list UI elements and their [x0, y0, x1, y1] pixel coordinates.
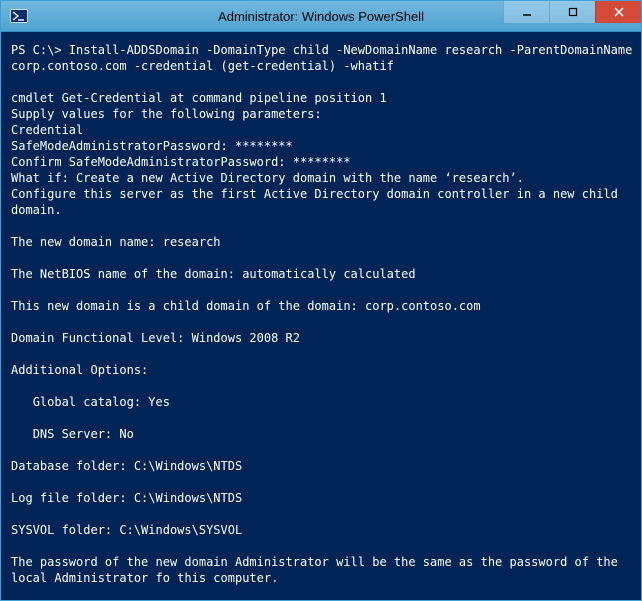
output-line: SYSVOL folder: C:\Windows\SYSVOL	[11, 523, 242, 537]
command-input: Install-ADDSDomain -DomainType child -Ne…	[11, 43, 640, 73]
powershell-icon	[9, 6, 29, 26]
minimize-icon	[522, 7, 532, 17]
titlebar[interactable]: Administrator: Windows PowerShell	[1, 1, 641, 32]
output-line: SafeModeAdministratorPassword: ********	[11, 139, 293, 153]
output-line: Domain Functional Level: Windows 2008 R2	[11, 331, 300, 345]
output-line: DNS Server: No	[11, 427, 134, 441]
maximize-button[interactable]	[549, 1, 595, 23]
powershell-window: Administrator: Windows PowerShell PS C:\…	[0, 0, 642, 601]
maximize-icon	[568, 7, 578, 17]
console-area[interactable]: PS C:\> Install-ADDSDomain -DomainType c…	[1, 32, 641, 600]
output-line: Log file folder: C:\Windows\NTDS	[11, 491, 242, 505]
output-line: What if: Create a new Active Directory d…	[11, 171, 524, 185]
close-icon	[614, 7, 624, 17]
output-line: Database folder: C:\Windows\NTDS	[11, 459, 242, 473]
output-line: The new domain name: research	[11, 235, 221, 249]
window-buttons	[503, 1, 641, 23]
output-line: The NetBIOS name of the domain: automati…	[11, 267, 416, 281]
output-line: Configure this server as the first Activ…	[11, 187, 625, 217]
output-line: The password of the new domain Administr…	[11, 555, 625, 585]
output-line: Confirm SafeModeAdministratorPassword: *…	[11, 155, 351, 169]
close-button[interactable]	[595, 1, 641, 23]
output-line: This new domain is a child domain of the…	[11, 299, 481, 313]
output-line: cmdlet Get-Credential at command pipelin…	[11, 91, 387, 105]
output-line: Additional Options:	[11, 363, 148, 377]
output-line: Supply values for the following paramete…	[11, 107, 322, 121]
output-line: Credential	[11, 123, 83, 137]
minimize-button[interactable]	[503, 1, 549, 23]
output-line: Global catalog: Yes	[11, 395, 170, 409]
prompt: PS C:\>	[11, 43, 69, 57]
